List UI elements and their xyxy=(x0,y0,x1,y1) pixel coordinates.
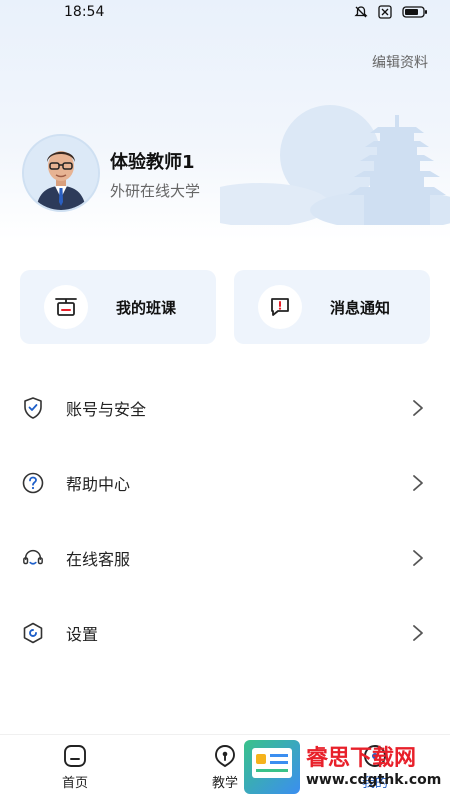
tab-label: 教学 xyxy=(211,775,238,791)
card-icon-wrapper xyxy=(258,285,302,329)
bell-off-icon xyxy=(354,6,368,18)
watermark-title: 睿思下载网 xyxy=(306,746,417,771)
teaching-icon xyxy=(215,744,235,767)
user-school: 外研在线大学 xyxy=(110,182,201,200)
notifications-card[interactable]: 消息通知 xyxy=(234,270,430,344)
my-classes-card[interactable]: 我的班课 xyxy=(20,270,216,344)
tab-label: 首页 xyxy=(61,775,88,791)
chevron-right-icon xyxy=(413,549,423,566)
notifications-label: 消息通知 xyxy=(330,298,391,317)
chevron-right-icon xyxy=(413,474,423,491)
watermark-url: www.cdgthk.com xyxy=(306,772,442,788)
menu-label: 在线客服 xyxy=(66,549,131,569)
card-icon-wrapper xyxy=(44,285,88,329)
menu-label: 账号与安全 xyxy=(66,399,147,419)
status-time: 18:54 xyxy=(64,4,105,20)
avatar[interactable] xyxy=(22,134,100,212)
status-bar: 18:54 xyxy=(0,0,450,24)
my-classes-label: 我的班课 xyxy=(116,298,177,317)
question-circle-icon xyxy=(22,472,44,493)
shield-check-icon xyxy=(24,396,42,419)
edit-profile-link[interactable]: 编辑资料 xyxy=(372,52,428,72)
tab-home[interactable]: 首页 xyxy=(0,735,150,799)
menu-item-help-center[interactable]: 帮助中心 xyxy=(0,445,450,520)
menu-label: 帮助中心 xyxy=(66,474,131,494)
classroom-icon xyxy=(55,298,77,316)
menu-label: 设置 xyxy=(66,624,99,644)
menu-item-online-service[interactable]: 在线客服 xyxy=(0,520,450,595)
quick-cards: 我的班课 消息通知 xyxy=(20,270,430,344)
watermark-logo-icon xyxy=(244,740,300,794)
settings-hex-icon xyxy=(23,622,43,643)
home-icon xyxy=(64,744,86,767)
settings-menu: 账号与安全 帮助中心 在线客服 设置 xyxy=(0,370,450,670)
headset-icon xyxy=(23,549,43,565)
menu-item-settings[interactable]: 设置 xyxy=(0,595,450,670)
chevron-right-icon xyxy=(413,624,423,641)
user-name: 体验教师1 xyxy=(110,152,195,173)
sim-off-icon xyxy=(378,5,392,19)
menu-item-account-security[interactable]: 账号与安全 xyxy=(0,370,450,445)
battery-icon xyxy=(402,6,427,18)
teacher-avatar-icon xyxy=(24,136,98,210)
message-alert-icon xyxy=(271,298,289,316)
pagoda-illustration xyxy=(220,105,450,225)
chevron-right-icon xyxy=(413,399,423,416)
watermark: 睿思下载网 www.cdgthk.com xyxy=(244,738,444,796)
